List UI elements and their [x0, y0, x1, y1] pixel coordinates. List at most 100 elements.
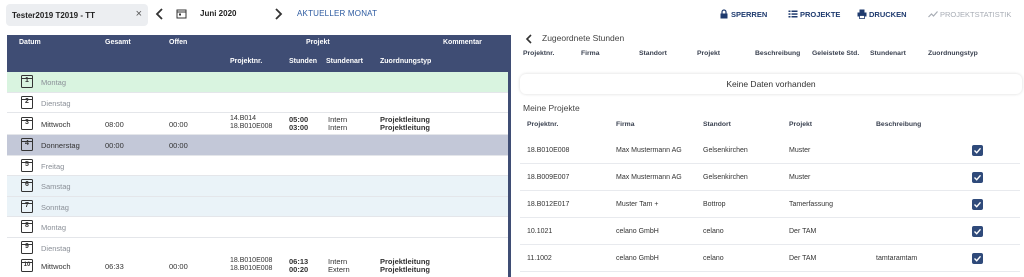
chevron-left-icon[interactable]: [154, 6, 166, 22]
col-firma: Firma: [581, 50, 600, 57]
col-projekt: Projekt: [789, 121, 813, 128]
project-company: Max Mustermann AG: [616, 174, 682, 181]
check-icon: [974, 201, 982, 208]
hour-type: Intern: [328, 123, 348, 132]
project-name: Der TAM: [789, 255, 817, 262]
table-row[interactable]: 3 Mittwoch 08:00 00:00 14.B014 18.B010E0…: [7, 113, 508, 135]
check-icon: [974, 255, 982, 262]
col-geleistete: Geleistete Std.: [812, 50, 860, 57]
col-gesamt: Gesamt: [105, 39, 131, 46]
project-number: 18.B010E008: [230, 265, 273, 272]
clear-icon[interactable]: ×: [136, 8, 142, 21]
gesamt-value: 08:00: [105, 120, 124, 129]
col-stundenart: Stundenart: [870, 50, 906, 57]
day-name: Mittwoch: [41, 120, 71, 129]
col-projekt: Projekt: [697, 50, 721, 57]
offen-value: 00:00: [169, 262, 188, 271]
project-number: 14.B014: [230, 115, 257, 122]
statistics-label: PROJEKTSTATISTIK: [940, 9, 1012, 19]
chevron-right-icon[interactable]: [272, 6, 284, 22]
col-stunden: Stunden: [289, 58, 317, 65]
day-name: Freitag: [41, 161, 65, 171]
col-beschreibung: Beschreibung: [876, 121, 922, 128]
lock-label: SPERREN: [731, 9, 768, 19]
table-row-selected[interactable]: 4 Donnerstag 00:00 00:00: [7, 135, 508, 156]
lock-button[interactable]: SPERREN: [719, 9, 767, 19]
table-row[interactable]: 7 Sonntag: [7, 196, 508, 217]
table-row[interactable]: 10 Mittwoch 06:33 00:00 18.B010E008 18.B…: [7, 254, 508, 277]
assigned-hours-panel: Zugeordnete Stunden Projektnr. Firma Sta…: [516, 30, 1024, 277]
col-datum: Datum: [19, 39, 41, 46]
day-name: Montag: [41, 223, 67, 232]
day-name: Donnerstag: [41, 141, 80, 150]
day-name: Samstag: [41, 182, 71, 191]
hours-value: 00:20: [289, 265, 309, 274]
chevron-left-icon[interactable]: [524, 33, 534, 45]
printer-icon: [857, 9, 867, 19]
assignment-type: Projektleitung: [380, 123, 431, 132]
toolbar: Tester2019 T2019 - TT × Juni 2020 AKTUEL…: [0, 0, 1024, 30]
hour-type: Extern: [328, 265, 350, 274]
project-name: Muster: [789, 147, 811, 154]
table-row[interactable]: 6 Samstag: [7, 176, 508, 197]
project-row[interactable]: 11.1002 celano GmbH celano Der TAM tamta…: [520, 245, 1020, 272]
project-location: Gelsenkirchen: [703, 147, 748, 154]
project-name: Der TAM: [789, 228, 817, 235]
month-label: Juni 2020: [200, 9, 237, 18]
table-row[interactable]: 5 Freitag: [7, 155, 508, 176]
col-projektnr: Projektnr.: [527, 121, 559, 128]
check-icon: [974, 147, 982, 154]
trend-icon: [928, 11, 938, 18]
statistics-button[interactable]: PROJEKTSTATISTIK: [928, 9, 1011, 19]
user-select-value: Tester2019 T2019 - TT: [12, 10, 96, 20]
time-table: Datum Gesamt Offen Projekt Kommentar Pro…: [7, 35, 511, 277]
project-row[interactable]: 18.B010E008 Max Mustermann AG Gelsenkirc…: [520, 137, 1020, 164]
col-projektnr: Projektnr.: [523, 50, 555, 57]
project-name: Tamerfassung: [789, 201, 833, 208]
current-month-link[interactable]: AKTUELLER MONAT: [297, 9, 377, 18]
project-checkbox[interactable]: [972, 253, 983, 264]
project-row[interactable]: 10.1021 celano GmbH celano Der TAM: [520, 218, 1020, 245]
user-select[interactable]: Tester2019 T2019 - TT ×: [6, 4, 148, 26]
projects-label: PROJEKTE: [800, 9, 841, 19]
calendar-day-icon: 4: [21, 138, 33, 151]
table-header: Datum Gesamt Offen Projekt Kommentar Pro…: [7, 35, 508, 72]
offen-value: 00:00: [169, 141, 188, 150]
project-number: 18.B012E017: [527, 201, 570, 208]
project-location: celano: [703, 228, 724, 235]
table-row[interactable]: 1 Montag: [7, 72, 508, 93]
col-standort: Standort: [703, 121, 731, 128]
col-firma: Firma: [616, 121, 635, 128]
calendar-day-icon: 10: [21, 259, 33, 272]
project-number: 18.B010E008: [230, 257, 273, 264]
offen-value: 00:00: [169, 120, 188, 129]
table-row[interactable]: 2 Dienstag: [7, 92, 508, 113]
project-checkbox[interactable]: [972, 172, 983, 183]
project-location: celano: [703, 255, 724, 262]
table-row[interactable]: 8 Montag: [7, 217, 508, 238]
print-label: DRUCKEN: [869, 9, 907, 19]
check-icon: [974, 174, 982, 181]
project-company: celano GmbH: [616, 255, 659, 262]
calendar-day-icon: 3: [21, 117, 33, 130]
calendar-icon[interactable]: [176, 8, 187, 19]
col-stundenart: Stundenart: [326, 58, 363, 65]
gesamt-value: 06:33: [105, 262, 124, 271]
project-number: 10.1021: [527, 228, 553, 235]
project-checkbox[interactable]: [972, 145, 983, 156]
calendar-day-icon: 2: [21, 95, 33, 109]
project-row[interactable]: 18.B012E017 Muster Tam + Bottrop Tamerfa…: [520, 191, 1020, 218]
col-zuordnungstyp: Zuordnungstyp: [928, 50, 978, 57]
print-button[interactable]: DRUCKEN: [857, 9, 907, 19]
project-location: Gelsenkirchen: [703, 174, 748, 181]
projects-button[interactable]: PROJEKTE: [788, 9, 840, 19]
project-row[interactable]: 18.B009E007 Max Mustermann AG Gelsenkirc…: [520, 164, 1020, 191]
project-number: 18.B010E008: [527, 147, 570, 154]
calendar-day-icon: 1: [21, 75, 33, 88]
day-name: Sonntag: [41, 202, 69, 212]
calendar-day-icon: 6: [21, 179, 33, 192]
project-checkbox[interactable]: [972, 199, 983, 210]
col-kommentar: Kommentar: [443, 39, 482, 46]
assignment-type: Projektleitung: [380, 265, 431, 274]
project-checkbox[interactable]: [972, 226, 983, 237]
